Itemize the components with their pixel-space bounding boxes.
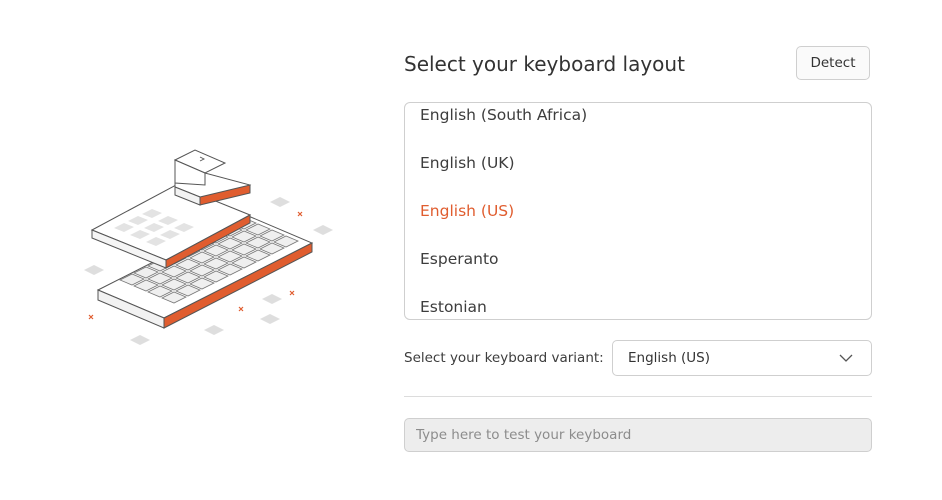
list-item[interactable]: English (South Africa) (420, 104, 587, 126)
keyboard-variant-select[interactable]: English (US) (612, 340, 872, 376)
list-item[interactable]: English (UK) (420, 152, 515, 174)
divider (404, 396, 872, 397)
chevron-down-icon (839, 354, 853, 362)
floating-key (173, 149, 252, 206)
page-title: Select your keyboard layout (404, 52, 685, 76)
variant-selected-value: English (US) (628, 350, 711, 366)
list-item[interactable]: Estonian (420, 296, 487, 318)
keyboard-illustration (84, 149, 333, 345)
keyboard-layout-list[interactable]: English (South Africa) English (UK) Engl… (404, 102, 872, 320)
list-item-selected[interactable]: English (US) (420, 200, 514, 222)
variant-label: Select your keyboard variant: (404, 350, 604, 366)
keyboard-test-input[interactable] (404, 418, 872, 452)
list-item[interactable]: Esperanto (420, 248, 499, 270)
detect-button[interactable]: Detect (796, 46, 870, 80)
